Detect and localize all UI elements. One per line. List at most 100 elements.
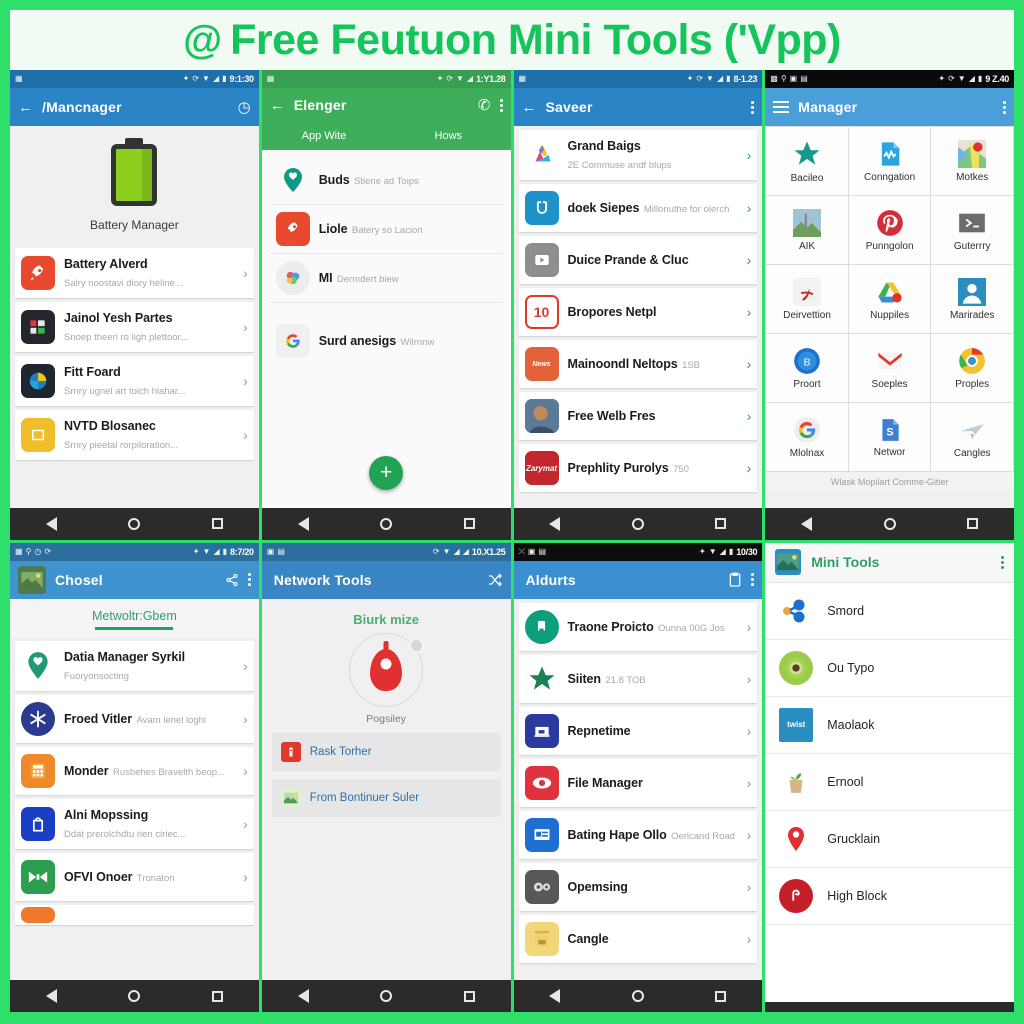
tile-networ[interactable]: S Networ [848,403,931,471]
nav-recents-icon[interactable] [211,518,223,529]
nav-back-icon[interactable] [549,989,561,1003]
clipboard-icon[interactable] [728,572,742,588]
shuffle-icon[interactable] [487,572,503,588]
overflow-menu-icon[interactable] [247,573,251,586]
nav-recents-icon[interactable] [463,990,475,1002]
signal-icon: ◢ [968,74,975,83]
status-time: 8-1.23 [733,74,758,84]
list-item[interactable]: Battery Alverd Salry noostavi diory heli… [15,248,254,298]
list-item[interactable]: Monder Rusbehes Bravelth beop... › [15,746,254,795]
phone-icon[interactable]: ✆ [478,98,491,113]
tile-soeples[interactable]: Soeples [848,334,931,402]
tile-motkes[interactable]: Motkes [931,127,1013,195]
menu-icon[interactable] [773,101,790,113]
list-item[interactable]: Siiten 21.8 TOB › [518,654,758,703]
nav-home-icon[interactable] [128,517,141,530]
nav-back-icon[interactable] [297,516,309,531]
screen-content: Buds Stiene ad Toips Liole Batery so Lac… [261,150,511,508]
overflow-menu-icon[interactable] [1001,555,1004,569]
tile-proples[interactable]: Proples [931,334,1013,402]
list-item[interactable]: Ou Typo [765,639,1014,697]
tiles-icon [21,310,55,344]
sync-icon: ⟳ [192,74,200,83]
tile-conngation[interactable]: Conngation [848,127,931,195]
list-item[interactable]: Grand Baigs 2E Commuse andf blups › [518,130,758,180]
list-item[interactable]: Traone Proicto Ounna 00G Jos › [518,602,758,651]
screen-icon [524,713,559,748]
back-arrow-icon[interactable]: ← [18,100,33,115]
tile-bacileo[interactable]: Bacileo [766,127,848,195]
tile-deirvettion[interactable]: Deirvettion [766,265,848,333]
nav-back-icon[interactable] [45,989,57,1003]
tile-mlolnax[interactable]: Mlolnax [766,403,848,471]
back-arrow-icon[interactable]: ← [522,100,537,115]
nav-back-icon[interactable] [45,516,57,531]
tile-guterrry[interactable]: Guterrry [931,196,1013,264]
list-item[interactable]: OFVI Onoer Tronaton › [15,852,254,901]
back-arrow-icon[interactable]: ← [270,98,285,113]
tile-cangles[interactable]: Cangles [931,403,1013,471]
nav-home-icon[interactable] [883,517,896,530]
list-item[interactable]: Datia Manager Syrkil Fuoryonsocting › [15,640,254,691]
list-item-title: Fitt Foard [64,365,121,379]
list-item[interactable]: Surd anesigs Wilrnnw [270,317,503,365]
list-item[interactable]: Alni Mopssing Ddat prerolchdtu rien ciri… [15,798,254,849]
action-button-rask-torher[interactable]: Rask Torher [271,732,501,771]
nav-back-icon[interactable] [801,516,813,531]
list-item[interactable]: NVTD Blosanec Srnry pieetal rorpiloratio… [15,410,254,460]
list-item[interactable]: MI Dermdert biew [269,254,503,303]
nav-home-icon[interactable] [631,517,644,530]
action-button-from-bontinuer-suler[interactable]: From Bontinuer Suler [271,778,501,817]
list-item[interactable]: Jainol Yesh Partes Snoep theeri ro ligh … [15,302,254,352]
overflow-menu-icon[interactable] [499,98,503,112]
list-item[interactable]: twist Maolaok [765,696,1014,754]
nav-home-icon[interactable] [380,990,393,1002]
list-item[interactable]: Froed Vitler Avam lenel loghi › [15,694,254,743]
overflow-menu-icon[interactable] [751,100,755,114]
nav-recents-icon[interactable] [715,518,727,529]
nav-home-icon[interactable] [128,990,141,1002]
tile-proort[interactable]: B Proort [766,334,848,402]
section-tab[interactable]: Metwoltr:Gbem [10,598,259,637]
tab-app-wite[interactable]: App Wite [262,130,386,142]
list-item[interactable]: Free Welb Fres › [518,392,758,440]
list-item[interactable]: 10 Bropores Netpl › [518,288,758,336]
overflow-menu-icon[interactable] [1003,100,1006,114]
nav-recents-icon[interactable] [715,990,727,1002]
list-item[interactable]: File Manager › [518,758,758,807]
tile-aik[interactable]: AIK [766,196,848,264]
timer-icon[interactable]: ◷ [238,100,251,115]
list-item[interactable]: Liole Batery so Lacion [269,205,503,254]
list-item[interactable]: High Block [765,867,1014,925]
nav-recents-icon[interactable] [967,518,979,529]
list-item[interactable]: Grucklain [765,810,1014,868]
tile-nuppiles[interactable]: Nuppiles [848,265,931,333]
nav-home-icon[interactable] [631,990,644,1002]
share-icon[interactable] [225,573,239,587]
list-item[interactable]: Ernool [765,753,1014,811]
list-item-title: Traone Proicto [567,619,654,634]
list-item[interactable]: Smord [765,582,1014,640]
list-item[interactable]: Zarymat Prephlity Purolys 750 › [518,444,758,492]
list-item[interactable]: Buds Stiene ad Toips [269,156,503,205]
overflow-menu-icon[interactable] [751,573,755,586]
list-item[interactable]: Opemsing › [518,862,758,911]
list-item[interactable]: doek Siepes Millonuthe for olerch › [518,184,758,232]
tile-marirades[interactable]: Marirades [931,265,1013,333]
add-fab-button[interactable]: + [369,455,404,490]
list-item[interactable]: Bating Hape Ollo Oerlcand Road › [518,810,758,859]
nav-recents-icon[interactable] [463,518,475,529]
list-item[interactable]: Fitt Foard Srnry ugnel art toich hlahar.… [15,356,254,406]
list-item[interactable]: Repnetime › [518,706,758,755]
nav-back-icon[interactable] [549,516,561,531]
nav-back-icon[interactable] [297,989,309,1003]
tile-punngolon[interactable]: Punngolon [848,196,931,264]
screenshot-icon: ▣ [789,74,798,83]
nav-recents-icon[interactable] [211,990,223,1002]
list-item[interactable]: Duice Prande & Cluc › [518,236,758,284]
tab-hows[interactable]: Hows [386,130,510,142]
nav-home-icon[interactable] [380,517,393,530]
list-item[interactable] [15,904,254,925]
list-item[interactable]: Cangle › [518,914,758,963]
list-item[interactable]: News Mainoondl Neltops 1SB › [518,340,758,388]
